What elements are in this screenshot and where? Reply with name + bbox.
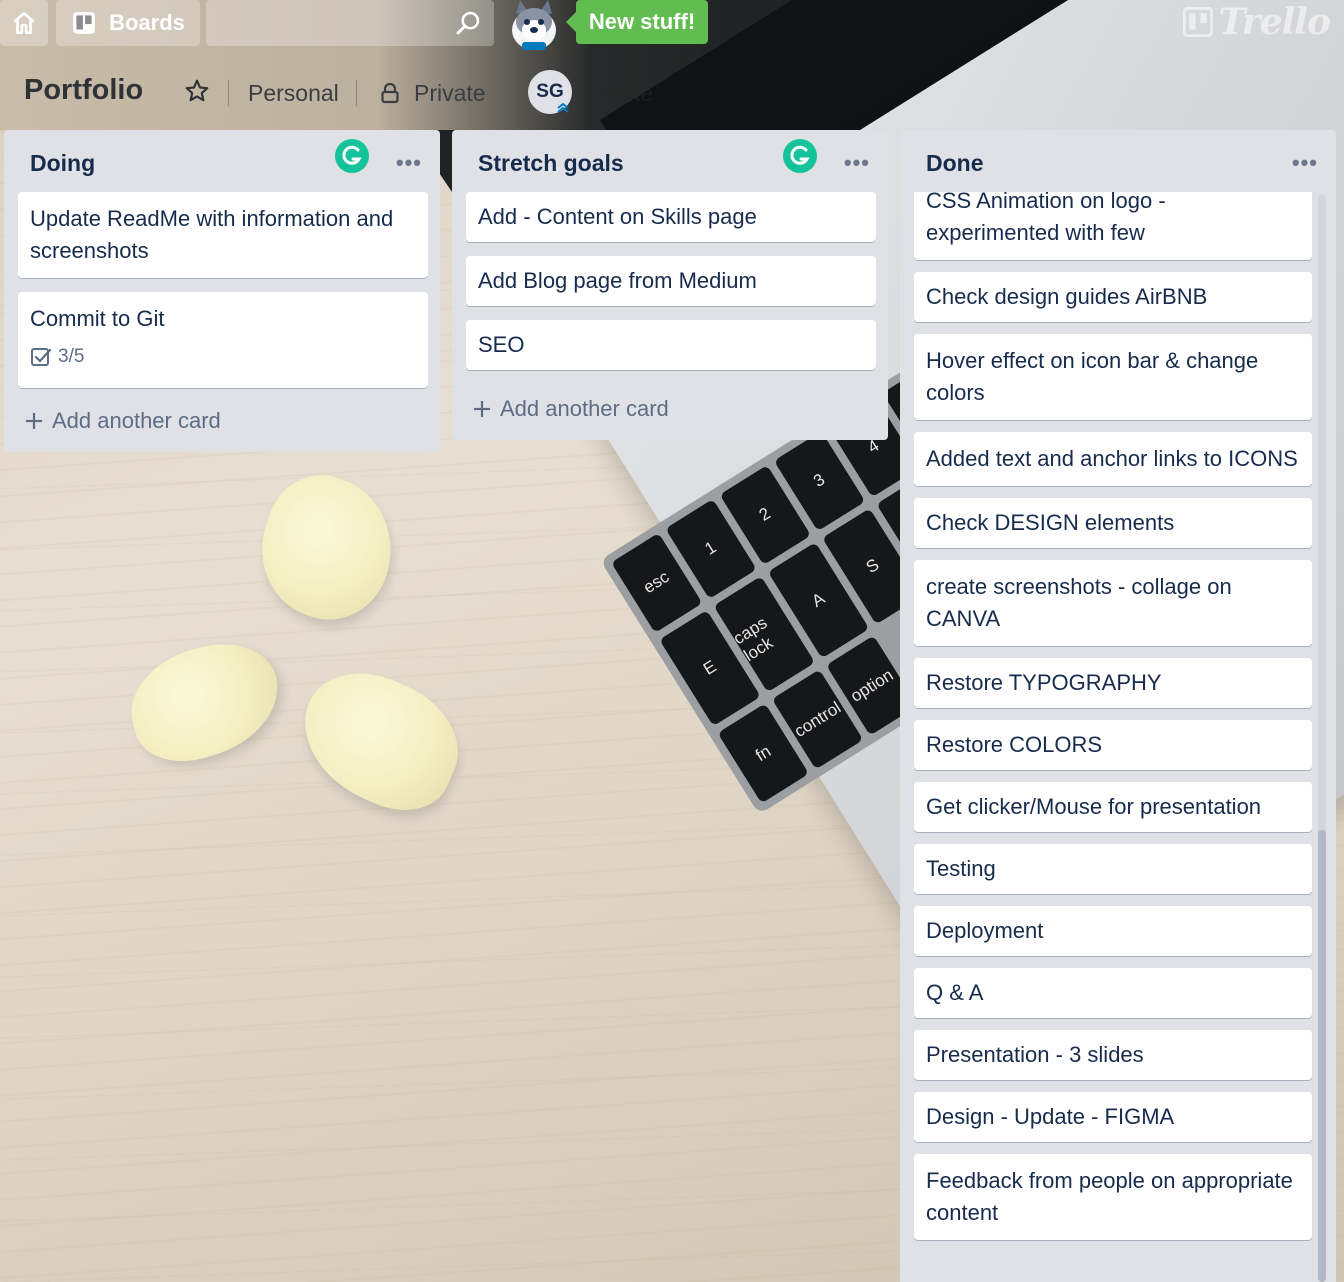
- plus-icon: [474, 401, 490, 417]
- card-title: Get clicker/Mouse for presentation: [926, 794, 1262, 819]
- card-title: Feedback from people on appropriate cont…: [926, 1168, 1293, 1225]
- board-header: Portfolio Personal Private SG Invite: [0, 62, 900, 122]
- card-title: Deployment: [926, 918, 1044, 943]
- card-title: Testing: [926, 856, 996, 881]
- add-card-label: Add another card: [52, 408, 221, 433]
- list-header: Done •••: [900, 130, 1336, 192]
- list-title[interactable]: Done: [926, 150, 984, 177]
- card-title: Hover effect on icon bar & change colors: [926, 348, 1259, 405]
- add-card-button[interactable]: Add another card: [472, 396, 669, 422]
- card[interactable]: Feedback from people on appropriate cont…: [914, 1154, 1312, 1240]
- home-button[interactable]: [0, 0, 48, 46]
- card-list: CSS Animation on logo - experimented wit…: [914, 192, 1312, 1282]
- visibility-button[interactable]: Private: [414, 80, 486, 107]
- card-title: Check DESIGN elements: [926, 510, 1175, 535]
- card-title: Restore COLORS: [926, 732, 1103, 757]
- background-crumpled-paper: [243, 461, 411, 635]
- invite-button[interactable]: Invite: [598, 80, 653, 107]
- card-title: Presentation - 3 slides: [926, 1042, 1144, 1067]
- trello-logo[interactable]: Trello: [1182, 1, 1331, 43]
- card-title: SEO: [478, 332, 525, 357]
- card-title: Q & A: [926, 980, 984, 1005]
- card[interactable]: Hover effect on icon bar & change colors: [914, 334, 1312, 420]
- top-navigation-bar: Boards New stuff! Trello: [0, 0, 1344, 50]
- card-title: Commit to Git: [30, 306, 165, 331]
- card-title: Add - Content on Skills page: [478, 204, 757, 229]
- card[interactable]: create screenshots - collage on CANVA: [914, 560, 1312, 646]
- card[interactable]: CSS Animation on logo - experimented wit…: [914, 192, 1312, 260]
- card-title: Check design guides AirBNB: [926, 284, 1208, 309]
- list-scrollbar-thumb[interactable]: [1318, 830, 1326, 1282]
- team-button[interactable]: Personal: [248, 80, 339, 107]
- card-list: Update ReadMe with information and scree…: [18, 192, 428, 402]
- card[interactable]: Check design guides AirBNB: [914, 272, 1312, 322]
- card[interactable]: Q & A: [914, 968, 1312, 1018]
- card-title: Restore TYPOGRAPHY: [926, 670, 1162, 695]
- checklist-count: 3/5: [58, 346, 85, 367]
- home-icon: [13, 11, 35, 35]
- add-card-label: Add another card: [500, 396, 669, 421]
- card-title: Add Blog page from Medium: [478, 268, 757, 293]
- board-title[interactable]: Portfolio: [24, 74, 143, 107]
- admin-chevron-icon: [557, 102, 569, 113]
- background-crumpled-paper: [119, 631, 291, 773]
- card[interactable]: Add Blog page from Medium: [466, 256, 876, 306]
- plus-icon: [26, 413, 42, 429]
- list-title[interactable]: Stretch goals: [478, 150, 624, 177]
- checklist-icon: [31, 348, 52, 366]
- header-divider: [228, 80, 229, 106]
- card[interactable]: Presentation - 3 slides: [914, 1030, 1312, 1080]
- lock-icon: [381, 82, 399, 104]
- list-menu-button[interactable]: •••: [396, 150, 422, 176]
- card[interactable]: Check DESIGN elements: [914, 498, 1312, 548]
- new-stuff-button[interactable]: New stuff!: [566, 0, 708, 44]
- background-crumpled-paper: [282, 652, 478, 828]
- card[interactable]: Commit to Git 3/5: [18, 292, 428, 388]
- list-header: Stretch goals •••: [452, 130, 888, 192]
- card[interactable]: SEO: [466, 320, 876, 370]
- card[interactable]: Deployment: [914, 906, 1312, 956]
- checklist-badge: 3/5: [30, 341, 416, 373]
- card[interactable]: Restore TYPOGRAPHY: [914, 658, 1312, 708]
- add-card-button[interactable]: Add another card: [24, 408, 221, 434]
- card-title: create screenshots - collage on CANVA: [926, 574, 1232, 631]
- boards-button[interactable]: Boards: [56, 0, 200, 46]
- list-header: Doing •••: [4, 130, 440, 192]
- card[interactable]: Update ReadMe with information and scree…: [18, 192, 428, 278]
- search-input[interactable]: [206, 0, 494, 46]
- card[interactable]: Add - Content on Skills page: [466, 192, 876, 242]
- card-title: Design - Update - FIGMA: [926, 1104, 1175, 1129]
- list-title[interactable]: Doing: [30, 150, 95, 177]
- list-menu-button[interactable]: •••: [844, 150, 870, 176]
- boards-label: Boards: [109, 10, 185, 35]
- star-icon[interactable]: [184, 78, 210, 104]
- card[interactable]: Testing: [914, 844, 1312, 894]
- card-title: Update ReadMe with information and scree…: [30, 206, 394, 263]
- trello-board-icon: [1182, 7, 1213, 37]
- taco-mascot-icon[interactable]: [502, 0, 568, 50]
- card-title: CSS Animation on logo - experimented wit…: [926, 192, 1166, 245]
- grammarly-icon[interactable]: [334, 138, 370, 174]
- header-divider: [356, 80, 357, 106]
- card-title: Added text and anchor links to ICONS: [926, 446, 1298, 471]
- card-list: Add - Content on Skills page Add Blog pa…: [466, 192, 876, 384]
- grammarly-icon[interactable]: [782, 138, 818, 174]
- list-doing: Doing ••• Update ReadMe with information…: [4, 130, 440, 452]
- card[interactable]: Restore COLORS: [914, 720, 1312, 770]
- card[interactable]: Added text and anchor links to ICONS: [914, 432, 1312, 486]
- list-done: Done ••• CSS Animation on logo - experim…: [900, 130, 1336, 1282]
- list-stretch-goals: Stretch goals ••• Add - Content on Skill…: [452, 130, 888, 440]
- trello-wordmark: Trello: [1218, 1, 1331, 43]
- boards-icon: [73, 12, 95, 34]
- card[interactable]: Get clicker/Mouse for presentation: [914, 782, 1312, 832]
- list-menu-button[interactable]: •••: [1292, 150, 1318, 176]
- card[interactable]: Design - Update - FIGMA: [914, 1092, 1312, 1142]
- search-icon: [456, 11, 480, 35]
